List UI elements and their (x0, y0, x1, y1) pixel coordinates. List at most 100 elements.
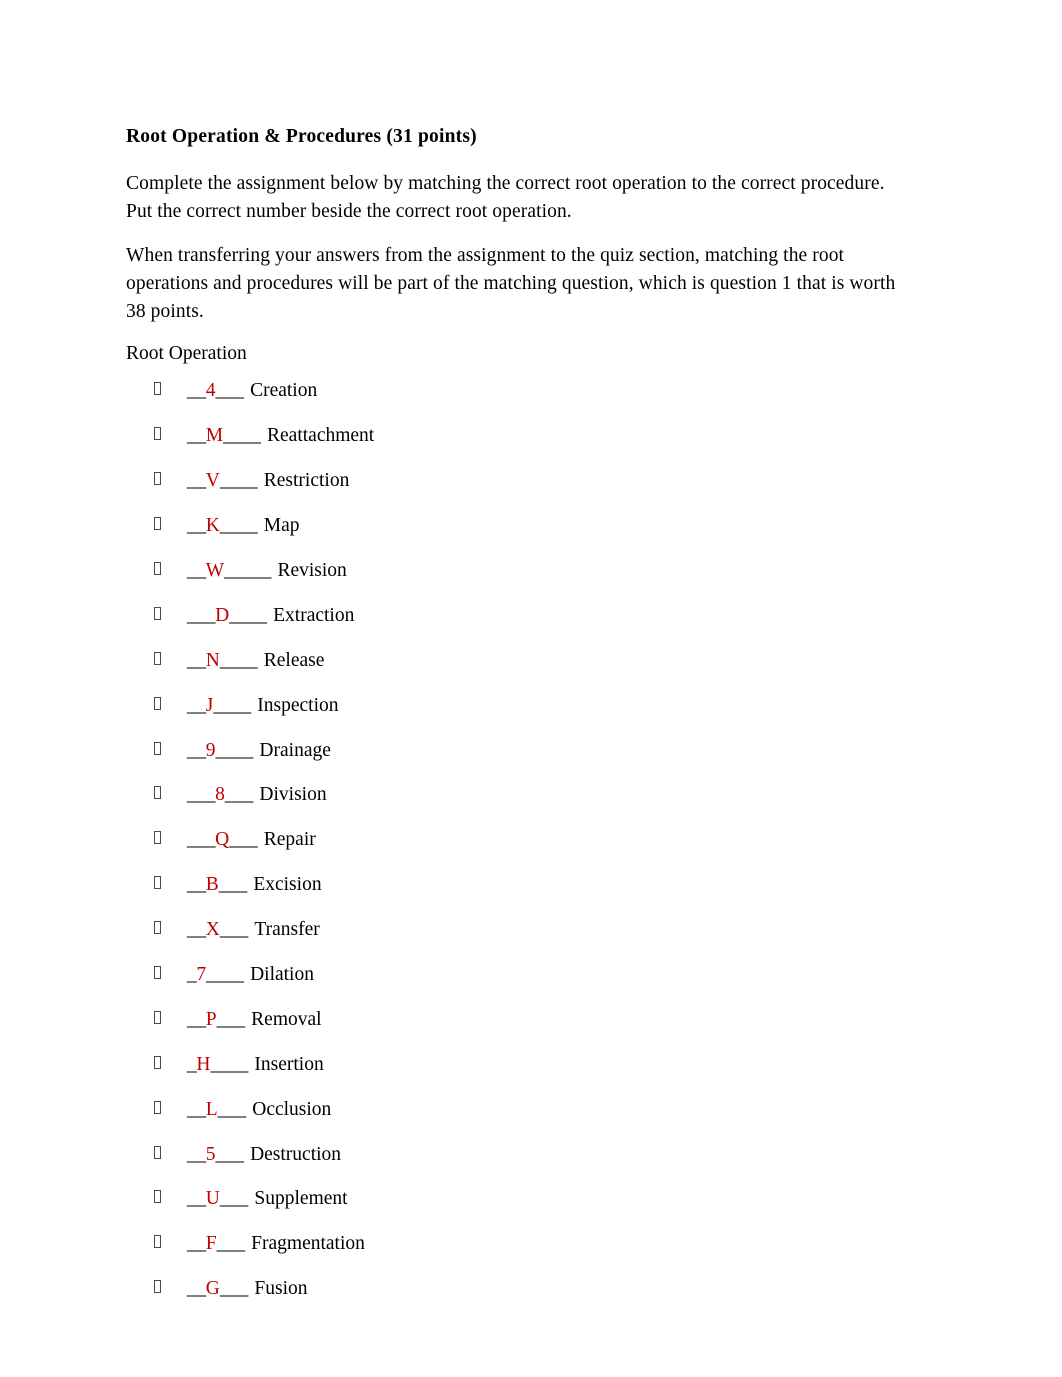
missing-glyph-box-icon (154, 831, 161, 845)
blank-suffix: ___ (218, 874, 252, 896)
root-operation-name: Occlusion (252, 1098, 332, 1120)
answer-value[interactable]: 7 (196, 963, 206, 986)
missing-glyph-box-icon (154, 651, 161, 665)
list-item: _ H ____ Insertion (126, 1053, 936, 1076)
blank-suffix: ___ (219, 1188, 253, 1210)
blank-suffix: ____ (223, 425, 266, 447)
missing-glyph-box-icon (154, 1055, 161, 1069)
list-item: __ L ___ Occlusion (126, 1098, 936, 1121)
root-operation-name: Creation (250, 380, 318, 402)
answer-value[interactable]: N (206, 649, 220, 672)
list-item: __ K ____ Map (126, 514, 936, 537)
answer-value[interactable]: L (206, 1098, 218, 1121)
answer-value[interactable]: V (206, 469, 220, 492)
answer-value[interactable]: F (206, 1232, 217, 1255)
root-operation-name: Fusion (254, 1278, 308, 1300)
root-operation-name: Restriction (263, 470, 350, 492)
answer-value[interactable]: B (206, 873, 219, 896)
root-operation-name: Drainage (259, 739, 331, 761)
answer-value[interactable]: Q (215, 828, 229, 851)
missing-glyph-box-icon (154, 1280, 161, 1294)
blank-prefix: _ (187, 963, 197, 985)
list-item: __ N ____ Release (126, 649, 936, 672)
list-item: __ W _____ Revision (126, 559, 936, 582)
blank-suffix: ___ (215, 380, 249, 402)
blank-prefix: __ (187, 559, 206, 581)
list-item: ___ Q ___ Repair (126, 828, 936, 851)
answer-value[interactable]: X (206, 918, 220, 941)
blank-prefix: __ (187, 1008, 206, 1030)
root-operation-answer-list: __ 4 ___ Creation __ M ____ Reattachment __ V __… (126, 379, 936, 1300)
instructions-paragraph-1: Complete the assignment below by matchin… (126, 172, 885, 222)
blank-prefix: __ (187, 1233, 206, 1255)
blank-prefix: __ (187, 1188, 206, 1210)
list-item: __ X ___ Transfer (126, 918, 936, 941)
blank-suffix: ____ (215, 739, 258, 761)
missing-glyph-box-icon (154, 786, 161, 800)
instructions-paragraph-2: When transferring your answers from the … (126, 244, 896, 322)
blank-suffix: ____ (219, 649, 262, 671)
list-item: __ P ___ Removal (126, 1008, 936, 1031)
blank-suffix: _____ (224, 559, 276, 581)
answer-value[interactable]: G (206, 1277, 220, 1300)
missing-glyph-box-icon (154, 606, 161, 620)
answer-value[interactable]: U (206, 1187, 220, 1210)
missing-glyph-box-icon (154, 1100, 161, 1114)
root-operation-name: Insertion (254, 1053, 324, 1075)
list-item: ___ 8 ___ Division (126, 783, 936, 806)
blank-prefix: __ (187, 694, 206, 716)
missing-glyph-box-icon (154, 696, 161, 710)
root-operation-name: Destruction (250, 1143, 342, 1165)
missing-glyph-box-icon (154, 517, 161, 531)
missing-glyph-box-icon (154, 965, 161, 979)
root-operation-name: Revision (277, 559, 347, 581)
blank-prefix: __ (187, 1143, 206, 1165)
blank-suffix: ___ (224, 784, 258, 806)
answer-value[interactable]: D (215, 604, 229, 627)
blank-prefix: __ (187, 739, 206, 761)
list-item: __ 9 ____ Drainage (126, 739, 936, 762)
blank-prefix: _ (187, 1053, 197, 1075)
page-title: Root Operation & Procedures (31 points) (126, 126, 477, 147)
list-item: __ J ____ Inspection (126, 694, 936, 717)
blank-prefix: ___ (187, 829, 216, 851)
list-item: __ B ___ Excision (126, 873, 936, 896)
list-item: _ 7 ____ Dilation (126, 963, 936, 986)
list-item: ___ D ____ Extraction (126, 604, 936, 627)
missing-glyph-box-icon (154, 1010, 161, 1024)
root-operation-name: Reattachment (267, 425, 375, 447)
blank-prefix: __ (187, 515, 206, 537)
answer-value[interactable]: P (206, 1008, 217, 1031)
blank-suffix: ___ (217, 1098, 251, 1120)
blank-prefix: ___ (187, 784, 216, 806)
blank-suffix: ____ (206, 963, 249, 985)
blank-prefix: __ (187, 470, 206, 492)
list-item: __ U ___ Supplement (126, 1187, 936, 1210)
answer-value[interactable]: 8 (215, 783, 225, 806)
answer-value[interactable]: W (206, 559, 224, 582)
missing-glyph-box-icon (154, 1190, 161, 1204)
missing-glyph-box-icon (154, 561, 161, 575)
root-operation-name: Division (259, 784, 327, 806)
blank-suffix: ____ (219, 470, 262, 492)
root-operation-name: Fragmentation (251, 1233, 365, 1255)
blank-prefix: __ (187, 874, 206, 896)
missing-glyph-box-icon (154, 741, 161, 755)
list-item: __ F ___ Fragmentation (126, 1232, 936, 1255)
missing-glyph-box-icon (154, 1235, 161, 1249)
answer-value[interactable]: M (206, 424, 223, 447)
missing-glyph-box-icon (154, 382, 161, 396)
root-operation-name: Removal (251, 1008, 322, 1030)
list-item: __ G ___ Fusion (126, 1277, 936, 1300)
blank-suffix: ___ (219, 1278, 253, 1300)
list-item: __ V ____ Restriction (126, 469, 936, 492)
list-item: __ M ____ Reattachment (126, 424, 936, 447)
root-operation-name: Repair (263, 829, 316, 851)
root-operation-name: Release (263, 649, 325, 671)
missing-glyph-box-icon (154, 1145, 161, 1159)
list-item: __ 5 ___ Destruction (126, 1143, 936, 1166)
answer-value[interactable]: K (206, 514, 220, 537)
answer-value[interactable]: H (196, 1053, 210, 1076)
root-operation-name: Transfer (254, 919, 320, 941)
missing-glyph-box-icon (154, 472, 161, 486)
